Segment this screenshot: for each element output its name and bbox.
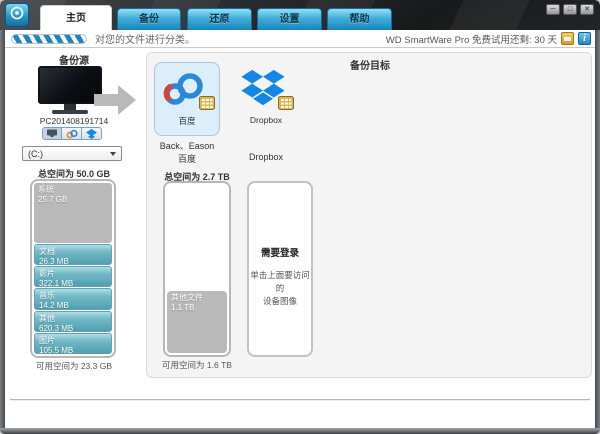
tab-restore[interactable]: 还原 — [187, 8, 252, 30]
storage-grid-badge-icon — [278, 96, 294, 115]
drive-dropdown-value: (C:) — [28, 148, 43, 159]
arrow-right-icon — [94, 82, 138, 123]
mini-baidu-cloud-icon — [66, 129, 78, 138]
segment-other-files: 其他文件 1.1 TB — [167, 291, 227, 353]
mini-dropbox-icon — [86, 128, 97, 139]
close-button[interactable]: ✕ — [580, 4, 594, 15]
source-baidu-button[interactable] — [62, 127, 82, 140]
segment-music: 音乐 14.2 MB — [34, 288, 112, 310]
target-free-space: 可用空间为 1.6 TB — [162, 360, 232, 370]
progress-stripes-indicator — [11, 33, 87, 44]
info-button[interactable]: i — [578, 32, 591, 45]
storage-grid-badge-icon — [199, 96, 215, 115]
baidu-tile-label: 百度 — [178, 116, 196, 126]
window-frame-right — [595, 30, 600, 434]
segment-other: 其他 620.3 MB — [34, 310, 112, 332]
source-free-space: 可用空间为 23.3 GB — [35, 361, 113, 371]
tab-help[interactable]: 帮助 — [327, 8, 392, 30]
app-window: 主页 备份 还原 设置 帮助 ─ □ ✕ 对您的文件进行分类。 WD Smart… — [0, 0, 600, 434]
banner-message: 对您的文件进行分类。 — [95, 35, 195, 46]
status-banner: 对您的文件进行分类。 WD SmartWare Pro 免费试用还剩: 30 天… — [5, 30, 595, 48]
source-computer-button[interactable] — [42, 127, 62, 140]
baidu-service-name: 百度 — [177, 154, 196, 164]
source-type-switcher — [42, 127, 102, 140]
tab-home[interactable]: 主页 — [40, 5, 112, 30]
segment-documents: 文档 26.3 MB — [34, 244, 112, 266]
segment-movies: 影片 322.1 MB — [34, 266, 112, 288]
baidu-account-name: Back、Eason — [159, 141, 215, 151]
device-tile-dropbox[interactable]: Dropbox — [233, 62, 299, 136]
footer-divider — [10, 399, 590, 401]
window-controls: ─ □ ✕ — [546, 4, 594, 15]
tab-settings[interactable]: 设置 — [257, 8, 322, 30]
source-capacity-bar: 系统 25.7 GB 文档 26.3 MB 影片 322.1 MB 音乐 14.2 MB… — [30, 179, 116, 358]
dropbox-login-required-box: 需要登录 单击上面要访问的 设备图像 — [247, 181, 313, 357]
wd-logo-icon — [9, 5, 25, 26]
source-dropbox-button[interactable] — [82, 127, 102, 140]
dropbox-service-name: Dropbox — [248, 152, 284, 162]
maximize-button[interactable]: □ — [563, 4, 577, 15]
mini-computer-icon — [47, 129, 57, 137]
login-required-title: 需要登录 — [260, 248, 299, 259]
wd-smartware-logo-button[interactable] — [5, 3, 29, 27]
window-frame-bottom — [0, 428, 600, 434]
drive-dropdown[interactable]: (C:) — [22, 146, 122, 161]
login-required-hint: 单击上面要访问的 设备图像 — [250, 270, 310, 306]
computer-monitor-icon[interactable] — [38, 66, 102, 104]
minimize-button[interactable]: ─ — [546, 4, 560, 15]
trial-remaining-text: WD SmartWare Pro 免费试用还剩: 30 天 — [385, 34, 557, 46]
segment-system: 系统 25.7 GB — [34, 183, 112, 243]
segment-pictures: 图片 105.5 MB — [34, 332, 112, 355]
device-tile-baidu[interactable]: 百度 — [154, 62, 220, 136]
tab-backup[interactable]: 备份 — [117, 8, 181, 30]
dropbox-tile-label: Dropbox — [249, 115, 283, 125]
target-capacity-bar: 其他文件 1.1 TB — [163, 181, 231, 357]
backup-source-title: 备份源 — [59, 56, 89, 67]
monitor-base — [52, 110, 88, 114]
backup-target-panel: 备份目标 百度 Dropbox Back、Eason 百度 Dropbox 总空… — [146, 52, 592, 378]
chevron-down-icon — [110, 151, 116, 156]
upgrade-purchase-button[interactable] — [561, 32, 574, 45]
window-frame-left — [0, 30, 5, 434]
